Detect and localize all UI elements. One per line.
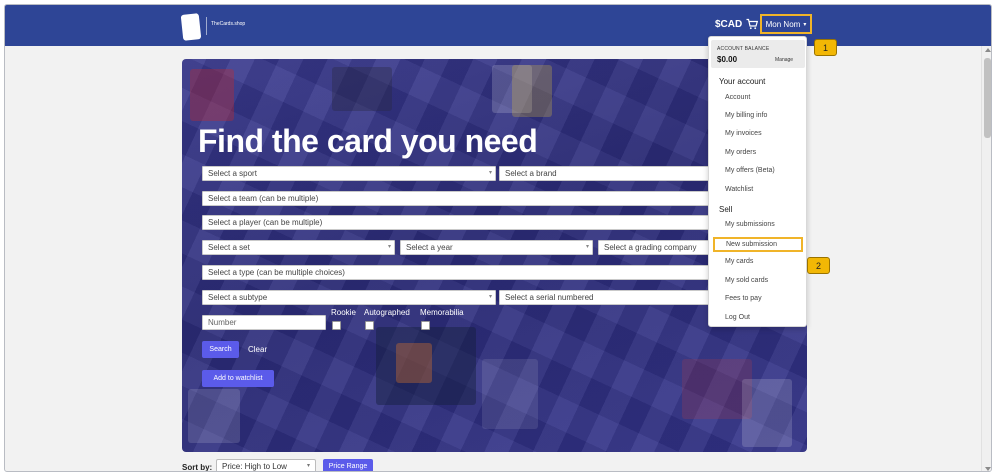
sport-select[interactable]: Select a sport ▾ bbox=[202, 166, 496, 181]
menu-item-sold-cards[interactable]: My sold cards bbox=[725, 277, 768, 284]
rookie-label: Rookie bbox=[331, 308, 356, 317]
chevron-down-icon: ▾ bbox=[803, 21, 807, 28]
menu-item-invoices[interactable]: My invoices bbox=[725, 130, 762, 137]
brand-select[interactable]: Select a brand bbox=[499, 166, 709, 181]
manage-balance-link[interactable]: Manage bbox=[775, 57, 793, 63]
serial-numbered-select[interactable]: Select a serial numbered bbox=[499, 290, 709, 305]
grading-company-select-value: Select a grading company bbox=[604, 243, 697, 252]
menu-item-fees-to-pay[interactable]: Fees to pay bbox=[725, 295, 762, 302]
menu-item-billing-info[interactable]: My billing info bbox=[725, 112, 767, 119]
background-card-image bbox=[742, 379, 792, 447]
background-card-image bbox=[190, 69, 234, 121]
menu-item-my-cards[interactable]: My cards bbox=[725, 258, 753, 265]
page-scrollbar[interactable] bbox=[981, 46, 991, 471]
autographed-label: Autographed bbox=[364, 308, 410, 317]
account-balance-box: ACCOUNT BALANCE $0.00 Manage bbox=[711, 40, 805, 68]
scroll-up-arrow-icon[interactable] bbox=[985, 48, 991, 52]
user-name: Mon Nom bbox=[765, 19, 801, 29]
background-card-image bbox=[188, 389, 240, 443]
menu-item-log-out[interactable]: Log Out bbox=[725, 314, 750, 321]
scroll-thumb[interactable] bbox=[984, 58, 991, 138]
chevron-down-icon: ▾ bbox=[488, 294, 492, 300]
step-2-badge: 2 bbox=[807, 257, 830, 274]
grading-company-select[interactable]: Select a grading company bbox=[598, 240, 709, 255]
set-select-value: Select a set bbox=[208, 243, 250, 252]
background-card-image bbox=[512, 65, 552, 117]
number-input-placeholder: Number bbox=[208, 318, 237, 327]
background-card-image bbox=[396, 343, 432, 383]
background-card-image bbox=[332, 67, 392, 111]
set-select[interactable]: Select a set ▾ bbox=[202, 240, 395, 255]
sort-select[interactable]: Price: High to Low ▾ bbox=[216, 459, 316, 471]
step-1-badge: 1 bbox=[814, 39, 837, 56]
chevron-down-icon: ▾ bbox=[306, 463, 310, 469]
sort-by-label: Sort by: bbox=[182, 463, 213, 472]
hero-title: Find the card you need bbox=[198, 123, 538, 159]
type-select-value: Select a type (can be multiple choices) bbox=[208, 268, 345, 277]
search-button[interactable]: Search bbox=[202, 341, 239, 358]
sell-heading: Sell bbox=[719, 205, 733, 214]
chevron-down-icon: ▾ bbox=[387, 244, 391, 250]
account-dropdown-menu: ACCOUNT BALANCE $0.00 Manage Your accoun… bbox=[708, 36, 807, 327]
player-select[interactable]: Select a player (can be multiple) bbox=[202, 215, 709, 230]
serial-numbered-select-value: Select a serial numbered bbox=[505, 293, 594, 302]
logo-card-icon[interactable] bbox=[180, 13, 202, 41]
year-select[interactable]: Select a year ▾ bbox=[400, 240, 593, 255]
user-menu-button[interactable]: Mon Nom ▾ bbox=[760, 14, 812, 34]
price-range-button[interactable]: Price Range bbox=[323, 459, 373, 471]
memorabilia-label: Memorabilia bbox=[420, 308, 464, 317]
sort-select-value: Price: High to Low bbox=[222, 462, 287, 471]
menu-item-new-submission[interactable]: New submission bbox=[713, 237, 803, 252]
brand-select-value: Select a brand bbox=[505, 169, 557, 178]
subtype-select-value: Select a subtype bbox=[208, 293, 268, 302]
menu-item-my-submissions[interactable]: My submissions bbox=[725, 221, 775, 228]
account-balance-label: ACCOUNT BALANCE bbox=[717, 46, 770, 52]
logo-divider bbox=[206, 17, 207, 35]
scroll-down-arrow-icon[interactable] bbox=[985, 467, 991, 471]
browser-viewport: TheCards.shop $CAD Mon Nom ▾ Find the ca… bbox=[4, 4, 992, 472]
top-navbar: TheCards.shop $CAD Mon Nom ▾ bbox=[5, 5, 991, 46]
team-select-value: Select a team (can be multiple) bbox=[208, 194, 319, 203]
menu-item-account[interactable]: Account bbox=[725, 94, 750, 101]
account-balance-amount: $0.00 bbox=[717, 55, 738, 64]
sport-select-value: Select a sport bbox=[208, 169, 257, 178]
menu-item-orders[interactable]: My orders bbox=[725, 149, 756, 156]
add-to-watchlist-button[interactable]: Add to watchlist bbox=[202, 370, 274, 387]
chevron-down-icon: ▾ bbox=[488, 170, 492, 176]
chevron-down-icon: ▾ bbox=[585, 244, 589, 250]
background-card-image bbox=[482, 359, 538, 429]
type-select[interactable]: Select a type (can be multiple choices) bbox=[202, 265, 709, 280]
player-select-value: Select a player (can be multiple) bbox=[208, 218, 323, 227]
subtype-select[interactable]: Select a subtype ▾ bbox=[202, 290, 496, 305]
cart-icon[interactable] bbox=[746, 18, 758, 30]
currency-selector[interactable]: $CAD bbox=[715, 19, 742, 30]
team-select[interactable]: Select a team (can be multiple) bbox=[202, 191, 709, 206]
autographed-checkbox[interactable] bbox=[365, 321, 374, 330]
menu-item-offers[interactable]: My offers (Beta) bbox=[725, 167, 775, 174]
rookie-checkbox[interactable] bbox=[332, 321, 341, 330]
year-select-value: Select a year bbox=[406, 243, 453, 252]
number-input[interactable]: Number bbox=[202, 315, 326, 330]
clear-button[interactable]: Clear bbox=[248, 345, 267, 354]
menu-item-watchlist[interactable]: Watchlist bbox=[725, 186, 753, 193]
memorabilia-checkbox[interactable] bbox=[421, 321, 430, 330]
logo-text[interactable]: TheCards.shop bbox=[211, 21, 245, 27]
your-account-heading: Your account bbox=[719, 77, 766, 86]
